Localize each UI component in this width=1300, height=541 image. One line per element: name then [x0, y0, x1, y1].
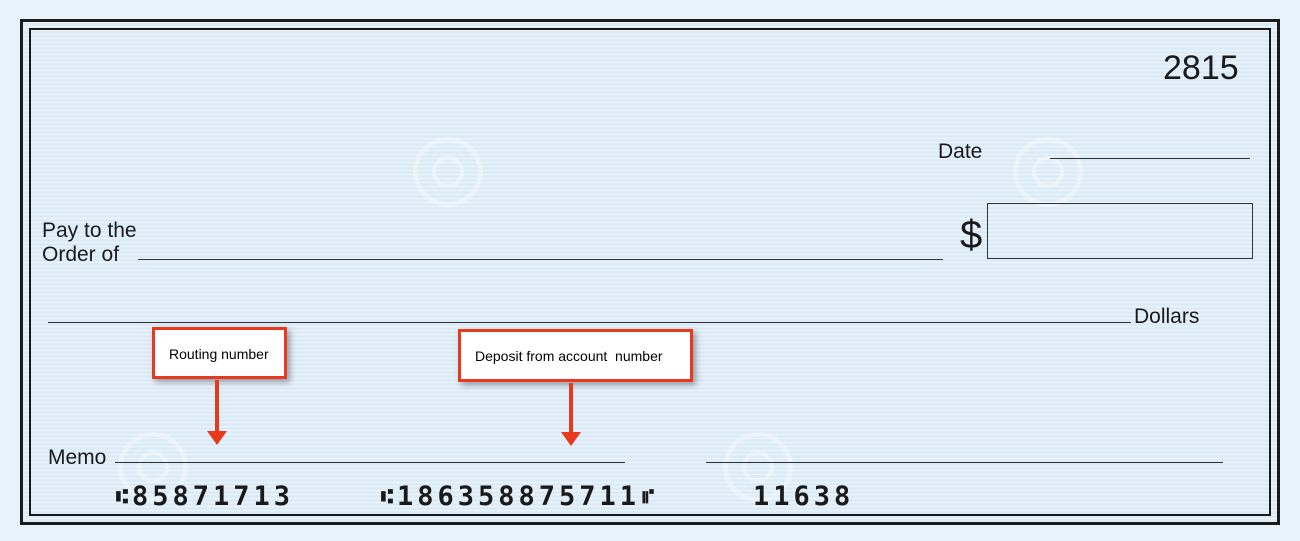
memo-field-line[interactable] — [115, 462, 625, 463]
payee-label-line2: Order of — [42, 243, 120, 266]
written-amount-line[interactable] — [48, 322, 1131, 323]
account-number-callout: Deposit from account number — [458, 329, 693, 382]
routing-callout-label: Routing number — [169, 346, 269, 362]
routing-arrow-icon — [207, 431, 227, 445]
check-number: 2815 — [1163, 49, 1239, 87]
routing-arrow-shaft — [215, 380, 219, 432]
payee-field-line[interactable] — [138, 259, 943, 260]
micr-transit-symbol: ⑆ — [116, 484, 128, 508]
amount-box[interactable] — [987, 203, 1253, 259]
micr-transit-symbol: ⑆ — [381, 484, 393, 508]
account-callout-label: Deposit from account number — [475, 348, 663, 364]
memo-label: Memo — [48, 446, 107, 469]
dollar-sign: $ — [960, 213, 983, 257]
account-arrow-icon — [561, 432, 581, 446]
date-field-line[interactable] — [1050, 158, 1250, 159]
account-number: 186358875711 — [397, 481, 641, 512]
payee-label: Pay to the Order of — [42, 219, 137, 267]
account-arrow-shaft — [569, 383, 573, 433]
micr-check-number: 11638 — [753, 481, 854, 512]
signature-line[interactable] — [706, 462, 1223, 463]
micr-account: ⑆ 186358875711 ⑈ — [381, 481, 654, 512]
micr-on-us-symbol: ⑈ — [642, 484, 655, 508]
date-label: Date — [938, 140, 983, 163]
payee-label-line1: Pay to the — [42, 219, 137, 242]
routing-number-callout: Routing number — [152, 327, 287, 379]
micr-check-number-value: 11638 — [753, 481, 855, 512]
spiral-watermark-icon — [1013, 137, 1083, 207]
micr-routing: ⑆ 85871713 — [116, 481, 294, 512]
routing-number: 85871713 — [132, 481, 295, 512]
spiral-watermark-icon — [413, 137, 483, 207]
bank-check: 2815 Date Pay to the Order of $ Dollars … — [20, 19, 1280, 525]
dollars-label: Dollars — [1134, 305, 1200, 328]
